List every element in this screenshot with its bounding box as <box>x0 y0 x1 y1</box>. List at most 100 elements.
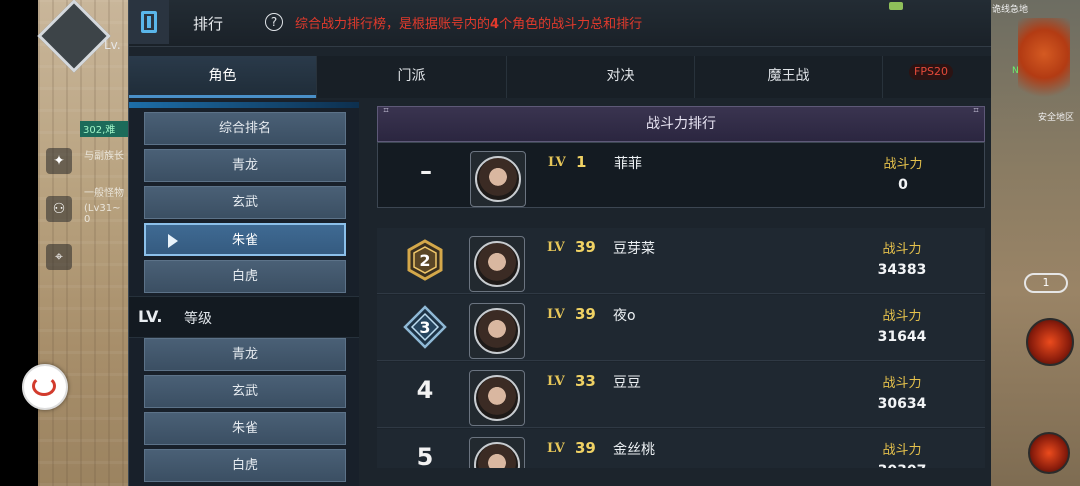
my-rank-row[interactable]: – LV 1 菲菲 战斗力 0 <box>377 142 985 208</box>
player-name: 豆豆 <box>613 375 641 391</box>
quest-chip[interactable]: 302,难 <box>80 121 130 137</box>
game-background-left <box>38 0 130 486</box>
ranking-header: ⌗ 战斗力排行 ⌗ <box>377 106 985 142</box>
safe-zone-label: 安全地区 <box>1038 113 1075 123</box>
emblem-level-text: Lv. <box>104 38 121 52</box>
attack-button-icon[interactable] <box>1028 432 1070 474</box>
party-icon[interactable]: ⚇ <box>46 196 72 222</box>
power-value: 30634 <box>877 396 927 412</box>
sidebar-item-baihu[interactable]: 白虎 <box>144 260 346 293</box>
player-level: 39 <box>575 238 596 256</box>
help-icon[interactable]: ? <box>265 13 283 31</box>
rank-2-badge-icon: 2 <box>407 239 443 281</box>
ranking-header-title: 战斗力排行 <box>646 116 716 132</box>
selected-arrow-icon <box>168 234 178 248</box>
rank-number: 5 <box>416 443 434 468</box>
level-tag: LV <box>547 374 565 389</box>
player-level: 39 <box>575 439 596 457</box>
skill-button-icon[interactable] <box>1026 318 1074 366</box>
ranking-sidebar: 综合排名 青龙 玄武 朱雀 白虎 LV. 等级 青龙 玄武 朱雀 白虎 <box>129 100 359 486</box>
tab-character[interactable]: 角色 <box>129 56 317 98</box>
notice-text-post: 个角色的战斗力总和排行 <box>499 17 643 32</box>
player-name: 菲菲 <box>614 156 642 172</box>
sidebar-item-level-zhuque[interactable]: 朱雀 <box>144 412 346 445</box>
tab-duel-label: 对决 <box>606 68 635 84</box>
avatar-frame <box>469 303 525 359</box>
level-tag: LV <box>547 240 565 255</box>
tab-duel[interactable]: FPS20 对决 <box>507 56 953 98</box>
player-level: 39 <box>575 305 596 323</box>
minimap[interactable] <box>1018 18 1070 108</box>
power-label: 战斗力 <box>883 157 923 172</box>
quest-text: 与副族长 <box>84 151 124 162</box>
sidebar-item-level-xuanwu[interactable]: 玄武 <box>144 375 346 408</box>
corner-icon: ⌗ <box>383 106 389 116</box>
player-level: 33 <box>575 372 596 390</box>
avatar <box>474 375 520 421</box>
quest-icon[interactable]: ✦ <box>46 148 72 174</box>
notice-count: 4 <box>490 17 500 32</box>
screen-edge <box>0 0 38 486</box>
power-value: 30307 <box>867 463 937 468</box>
rank-number: – <box>420 157 432 185</box>
ranking-list[interactable]: ⌗ 战斗力排行 ⌗ – LV 1 菲菲 战斗力 0 2 LV 39 豆芽菜 战斗… <box>377 104 985 468</box>
table-row[interactable]: 4 LV 33 豆豆 战斗力 30634 <box>377 362 985 428</box>
ranking-notice: 综合战力排行榜，是根据账号内的4个角色的战斗力总和排行 <box>295 13 642 32</box>
page-title: 排行 <box>193 15 224 33</box>
sidebar-item-level-baihu[interactable]: 白虎 <box>144 449 346 482</box>
sidebar-item-overall[interactable]: 综合排名 <box>144 112 346 145</box>
level-header-label: 等级 <box>184 311 212 327</box>
door-exit-icon <box>141 11 157 33</box>
monster-text: 一般怪物 <box>84 188 124 199</box>
level-section-header: LV. 等级 <box>129 296 359 338</box>
level-tag: LV <box>547 441 565 456</box>
floating-assistant-icon[interactable] <box>22 364 68 410</box>
target-icon[interactable]: ⌖ <box>46 244 72 270</box>
table-row[interactable]: 5 LV 39 金丝桃 战斗力 30307 <box>377 429 985 468</box>
player-name: 金丝桃 <box>613 442 655 458</box>
fps-badge: FPS20 <box>909 64 953 80</box>
sidebar-item-qinglong[interactable]: 青龙 <box>144 149 346 182</box>
avatar-frame <box>469 437 525 468</box>
table-row[interactable]: 2 LV 39 豆芽菜 战斗力 34383 <box>377 228 985 294</box>
tab-demon-king-battle[interactable]: 魔王战 <box>695 56 883 98</box>
sidebar-accent-line <box>129 102 359 108</box>
exit-button[interactable] <box>129 0 169 44</box>
minimap-marker: N <box>1012 66 1019 76</box>
level-header-lv: LV. <box>138 307 163 326</box>
corner-icon: ⌗ <box>973 106 979 116</box>
power-value: 34383 <box>877 262 927 278</box>
rank-number: 3 <box>419 318 430 337</box>
rank-number: 2 <box>419 251 430 270</box>
power-label: 战斗力 <box>882 376 922 391</box>
player-name: 豆芽菜 <box>613 241 655 257</box>
ranking-tabs: 角色 门派 FPS20 对决 魔王战 <box>129 56 991 98</box>
notice-text-pre: 综合战力排行榜，是根据账号内的 <box>295 17 491 32</box>
player-level: 1 <box>576 153 587 171</box>
avatar <box>474 308 520 354</box>
power-label: 战斗力 <box>882 443 922 458</box>
avatar-frame <box>469 370 525 426</box>
avatar <box>475 156 521 202</box>
map-area-name: 诡线急地 <box>992 5 1029 15</box>
sidebar-item-label: 朱雀 <box>231 233 258 248</box>
panel-topbar: 排行 ? 综合战力排行榜，是根据账号内的4个角色的战斗力总和排行 <box>129 0 991 47</box>
rank-3-badge-icon: 3 <box>403 305 447 349</box>
power-label: 战斗力 <box>882 309 922 324</box>
table-row[interactable]: 3 LV 39 夜o 战斗力 31644 <box>377 295 985 361</box>
power-value: 0 <box>898 177 908 193</box>
power-label: 战斗力 <box>882 242 922 257</box>
monster-level-text: (Lv31~ <box>84 203 121 214</box>
tab-sect[interactable]: 门派 <box>317 56 507 98</box>
sidebar-item-xuanwu[interactable]: 玄武 <box>144 186 346 219</box>
level-tag: LV <box>547 307 565 322</box>
sidebar-item-zhuque[interactable]: 朱雀 <box>144 223 346 256</box>
rank-number: 4 <box>416 376 434 404</box>
status-icon <box>889 2 903 10</box>
avatar <box>474 241 520 287</box>
battery-pill: 1 <box>1024 273 1068 293</box>
sidebar-item-level-qinglong[interactable]: 青龙 <box>144 338 346 371</box>
player-name: 夜o <box>613 308 636 324</box>
power-value: 31644 <box>877 329 927 345</box>
avatar <box>474 442 520 468</box>
